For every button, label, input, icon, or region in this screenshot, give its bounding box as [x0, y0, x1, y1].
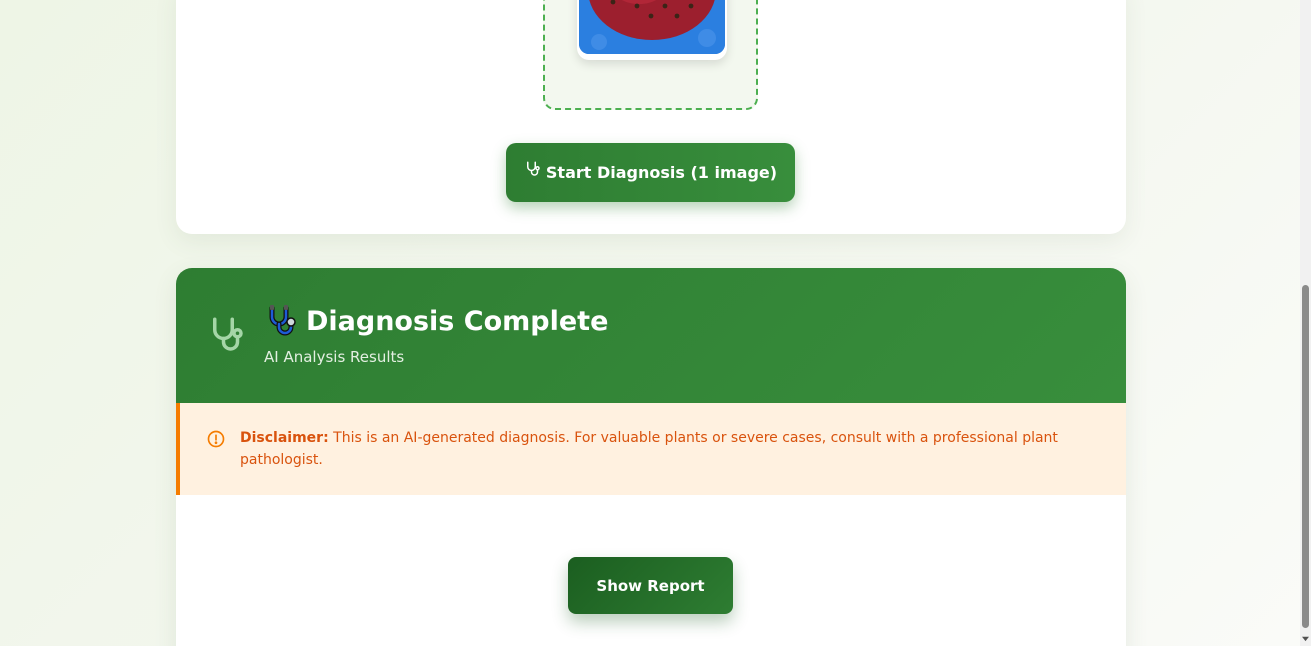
start-diagnosis-label: Start Diagnosis (1 image): [545, 163, 778, 182]
page-scrollbar[interactable]: [1300, 0, 1311, 646]
result-subtitle: AI Analysis Results: [264, 348, 405, 366]
result-header: Diagnosis Complete AI Analysis Results: [176, 268, 1126, 403]
alert-circle-icon: [207, 430, 225, 448]
scrollbar-thumb[interactable]: [1302, 285, 1309, 628]
image-thumbnail-card: [577, 0, 727, 60]
disclaimer-body: This is an AI-generated diagnosis. For v…: [240, 430, 1058, 468]
image-dropzone[interactable]: [543, 0, 758, 110]
disclaimer-text: Disclaimer: This is an AI-generated diag…: [240, 427, 1110, 471]
stethoscope-emoji-icon: [269, 305, 296, 336]
result-title-row: Diagnosis Complete: [264, 304, 608, 338]
strawberry-image: [579, 0, 725, 54]
start-diagnosis-button[interactable]: Start Diagnosis (1 image): [506, 143, 795, 202]
show-report-button[interactable]: Show Report: [568, 557, 733, 614]
scroll-down-arrow-icon[interactable]: [1302, 635, 1309, 642]
stethoscope-icon: [213, 317, 243, 351]
stethoscope-icon: [526, 161, 540, 176]
upload-card: Start Diagnosis (1 image): [176, 0, 1126, 234]
disclaimer-banner: Disclaimer: This is an AI-generated diag…: [176, 403, 1126, 495]
uploaded-image-thumbnail: [579, 0, 725, 54]
diagnosis-result-card: Diagnosis Complete AI Analysis Results D…: [176, 268, 1126, 646]
result-title: Diagnosis Complete: [306, 305, 609, 337]
disclaimer-label: Disclaimer:: [240, 430, 329, 446]
